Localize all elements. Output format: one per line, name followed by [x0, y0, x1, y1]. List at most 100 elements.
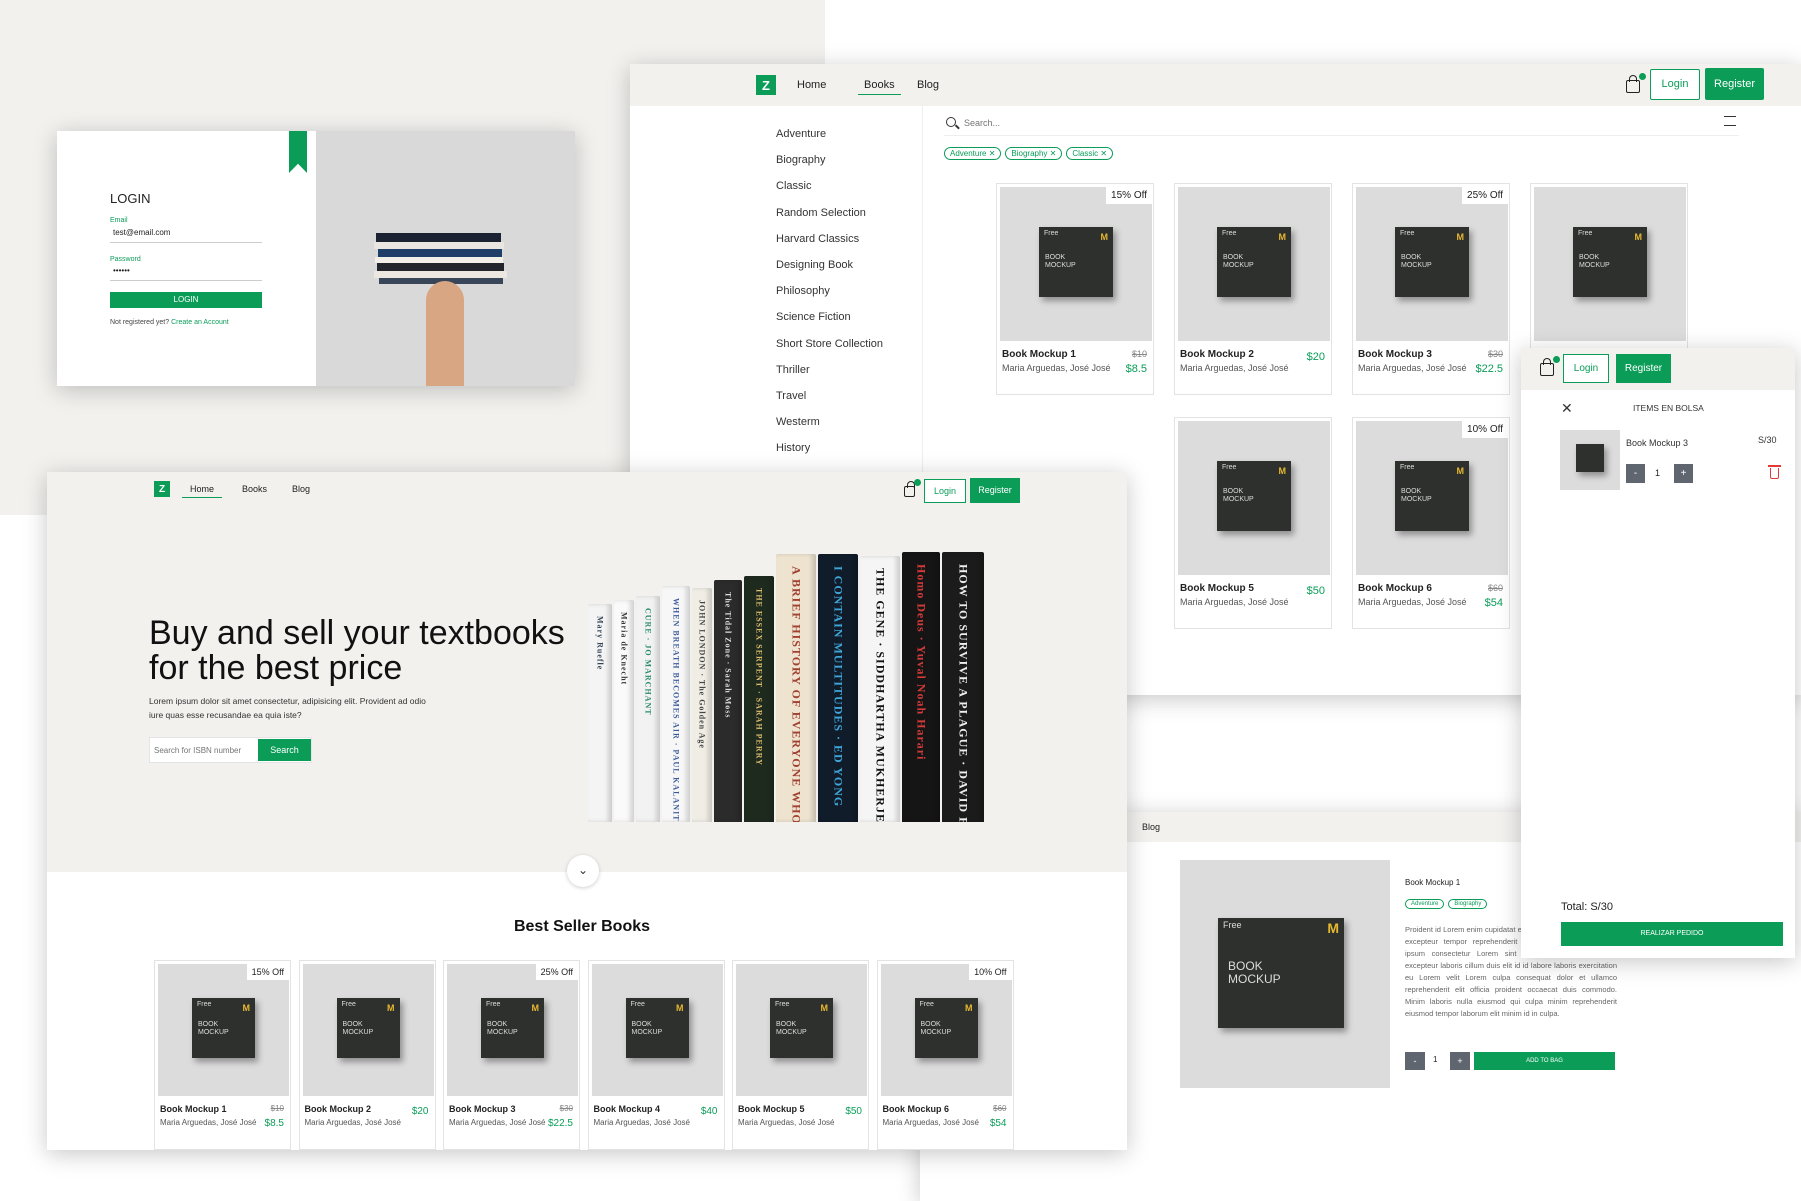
checkout-button[interactable]: REALIZAR PEDIDO	[1561, 922, 1783, 946]
book-card[interactable]: Free M BOOK MOCKUP 15% Off Book Mockup 1 Maria…	[996, 183, 1154, 395]
cover-logo-icon: M	[1278, 466, 1287, 476]
book-card[interactable]: Free M BOOK MOCKUP Book Mockup 2 Maria Argued…	[298, 960, 436, 1150]
home-nav-blog-link[interactable]: Blog	[292, 484, 310, 494]
book-card[interactable]: Free M BOOK MOCKUP 25% Off Book Mockup 3 Maria…	[443, 960, 580, 1150]
category-item[interactable]: History	[776, 442, 810, 454]
nav-home-link[interactable]: Home	[797, 79, 826, 91]
sort-filter-icon[interactable]	[1724, 116, 1736, 126]
catalog-search-input[interactable]	[964, 115, 1264, 131]
remove-filter-icon[interactable]: ✕	[1098, 149, 1107, 158]
cart-register-button[interactable]: Register	[1616, 354, 1671, 383]
book-author: Maria Arguedas, José José	[1180, 363, 1289, 373]
trash-icon[interactable]	[1770, 468, 1779, 479]
cover-title-line2: MOCKUP	[631, 1028, 663, 1036]
detail-qty-minus-button[interactable]: -	[1405, 1052, 1425, 1070]
category-item[interactable]: Short Store Collection	[776, 338, 883, 350]
password-field[interactable]: ••••••	[110, 266, 262, 281]
book-name: Book Mockup 3	[1358, 349, 1432, 360]
book-card[interactable]: Free M BOOK MOCKUP Book Mockup 5 Maria Argued…	[1174, 417, 1332, 629]
detail-nav-blog-link[interactable]: Blog	[1142, 822, 1160, 832]
category-item[interactable]: Westerm	[776, 416, 820, 428]
book-name: Book Mockup 1	[1002, 349, 1076, 360]
home-nav-books-link[interactable]: Books	[242, 484, 267, 494]
add-to-bag-button[interactable]: ADD TO BAG	[1474, 1052, 1615, 1070]
home-shopping-bag-icon[interactable]	[904, 479, 921, 497]
book-image: Free M BOOK MOCKUP 15% Off	[158, 964, 289, 1096]
book-cover: Free M BOOK MOCKUP	[1573, 227, 1647, 297]
category-item[interactable]: Random Selection	[776, 207, 866, 219]
cover-title-line1: BOOK	[1401, 253, 1422, 261]
book-card[interactable]: Free M BOOK MOCKUP 25% Off Book Mockup 3 Maria…	[1352, 183, 1510, 395]
register-button[interactable]: Register	[1705, 68, 1764, 100]
filter-tag[interactable]: Adventure ✕	[944, 147, 1002, 160]
category-item[interactable]: Adventure	[776, 128, 826, 140]
book-author: Maria Arguedas, José José	[449, 1118, 546, 1127]
category-item[interactable]: Designing Book	[776, 259, 853, 271]
book-card[interactable]: Free M BOOK MOCKUP 10% Off Book Mockup 6 Maria…	[876, 960, 1014, 1150]
remove-filter-icon[interactable]: ✕	[1047, 149, 1057, 158]
filter-tag[interactable]: Classic ✕	[1066, 147, 1114, 160]
cover-brand: Free	[486, 1001, 501, 1008]
book-price: $54	[1484, 597, 1503, 609]
category-item[interactable]: Harvard Classics	[776, 233, 859, 245]
create-account-link[interactable]: Create an Account	[171, 319, 229, 326]
cart-login-button[interactable]: Login	[1563, 354, 1609, 383]
email-field[interactable]: test@email.com	[110, 228, 262, 243]
book-author: Maria Arguedas, José José	[304, 1118, 402, 1127]
book-image: Free M BOOK MOCKUP	[1178, 421, 1330, 575]
cart-item-price: S/30	[1758, 435, 1777, 445]
detail-book-name: Book Mockup 1	[1405, 878, 1461, 887]
login-button[interactable]: Login	[1650, 69, 1700, 100]
category-item[interactable]: Science Fiction	[776, 311, 851, 323]
book-card[interactable]: Free M BOOK MOCKUP Book Mockup 5 Maria Argued…	[732, 960, 869, 1150]
detail-tag[interactable]: Biography	[1448, 899, 1488, 909]
cover-brand: Free	[1400, 464, 1415, 471]
cart-bag-icon[interactable]	[1540, 356, 1560, 376]
book-cover: Free M BOOK MOCKUP	[914, 998, 978, 1058]
category-item[interactable]: Philosophy	[776, 285, 830, 297]
cover-title-line2: MOCKUP	[920, 1028, 952, 1036]
detail-qty-plus-button[interactable]: +	[1450, 1052, 1470, 1070]
category-item[interactable]: Travel	[776, 390, 806, 402]
nav-blog-link[interactable]: Blog	[917, 79, 939, 91]
home-login-button[interactable]: Login	[924, 479, 966, 503]
detail-qty-value[interactable]: 1	[1433, 1055, 1437, 1064]
book-card[interactable]: Free M BOOK MOCKUP Book Mockup 2 Maria Argued…	[1174, 183, 1332, 395]
book-spine: The Tidal Zone · Sarah Moss	[714, 580, 742, 822]
cover-title-line1: BOOK	[487, 1020, 508, 1028]
detail-book-cover: Free M BOOK MOCKUP	[1218, 918, 1344, 1028]
cart-qty-value[interactable]: 1	[1655, 468, 1660, 478]
book-card[interactable]: Free M BOOK MOCKUP 15% Off Book Mockup 1 Maria…	[154, 960, 291, 1150]
close-icon[interactable]: ✕	[1561, 400, 1573, 417]
cover-title-line2: MOCKUP	[776, 1028, 807, 1036]
shopping-bag-icon[interactable]	[1626, 73, 1646, 93]
book-card[interactable]: Free M BOOKMOCKUP Book Mockup 4 Maria Argued…	[587, 960, 725, 1150]
filter-tag[interactable]: Biography ✕	[1005, 147, 1063, 160]
book-price: $22.5	[547, 1118, 573, 1129]
scroll-down-button[interactable]: ⌄	[567, 855, 599, 887]
brand-logo[interactable]: Z	[756, 75, 776, 95]
home-page-screenshot: Z Home Books Blog Login Register Buy and…	[47, 472, 1127, 1150]
cart-qty-minus-button[interactable]: -	[1626, 464, 1645, 483]
cart-item-thumbnail	[1560, 430, 1620, 490]
detail-tag-list: AdventureBiographyScience FictionShort S…	[1405, 892, 1540, 914]
category-item[interactable]: Classic	[776, 180, 811, 192]
cover-title-line1: BOOK	[1045, 253, 1066, 261]
cover-title-line2: MOCKUP	[1579, 261, 1610, 269]
isbn-search-input[interactable]	[154, 743, 254, 758]
category-item[interactable]: Biography	[776, 154, 826, 166]
home-register-button[interactable]: Register	[970, 478, 1020, 503]
login-submit-button[interactable]: LOGIN	[110, 292, 262, 308]
detail-tag[interactable]: Adventure	[1405, 899, 1445, 909]
cart-total: Total: S/30	[1561, 901, 1613, 913]
nav-books-link[interactable]: Books	[858, 79, 901, 95]
hero-headline-line1: Buy and sell your textbooks	[149, 614, 565, 652]
cart-qty-plus-button[interactable]: +	[1674, 464, 1693, 483]
home-brand-logo[interactable]: Z	[154, 481, 170, 497]
category-item[interactable]: Thriller	[776, 364, 810, 376]
home-nav-home-link[interactable]: Home	[182, 484, 223, 498]
isbn-search-button[interactable]: Search	[258, 739, 311, 761]
book-spine-title: HOW TO SURVIVE A PLAGUE · DAVID FRANCE	[956, 564, 970, 822]
remove-filter-icon[interactable]: ✕	[986, 149, 996, 158]
book-card[interactable]: Free M BOOK MOCKUP 10% Off Book Mockup 6 Maria…	[1352, 417, 1510, 629]
